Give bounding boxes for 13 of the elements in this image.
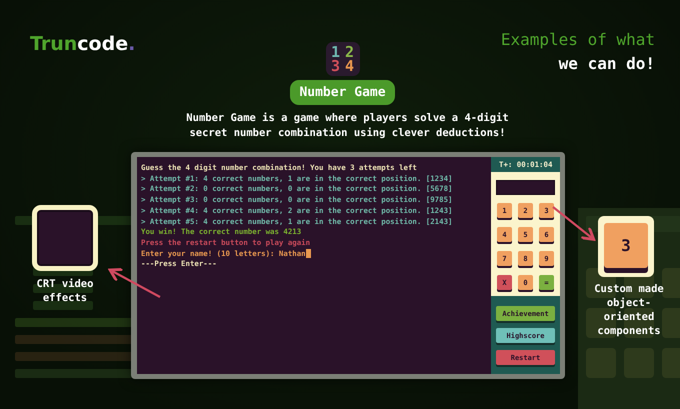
text-cursor (306, 249, 311, 258)
callout-label: Custom made object-oriented components (593, 282, 665, 338)
project-description: Number Game is a game where players solve a 4-digit secret number combination using clever deductions! (185, 111, 510, 141)
keypad-key: 3 (604, 223, 648, 268)
logo: Truncode. (30, 33, 136, 55)
pointer-arrow (108, 268, 161, 298)
number-game-icon: 1 2 3 4 (326, 42, 360, 76)
callout-label: CRT video effects (36, 277, 94, 305)
number-display (496, 180, 555, 195)
pointer-arrow (552, 206, 596, 241)
project-title: Number Game (290, 80, 395, 105)
crt-screen-thumbnail (32, 205, 98, 271)
tagline: Examples of what we can do! (500, 29, 655, 75)
